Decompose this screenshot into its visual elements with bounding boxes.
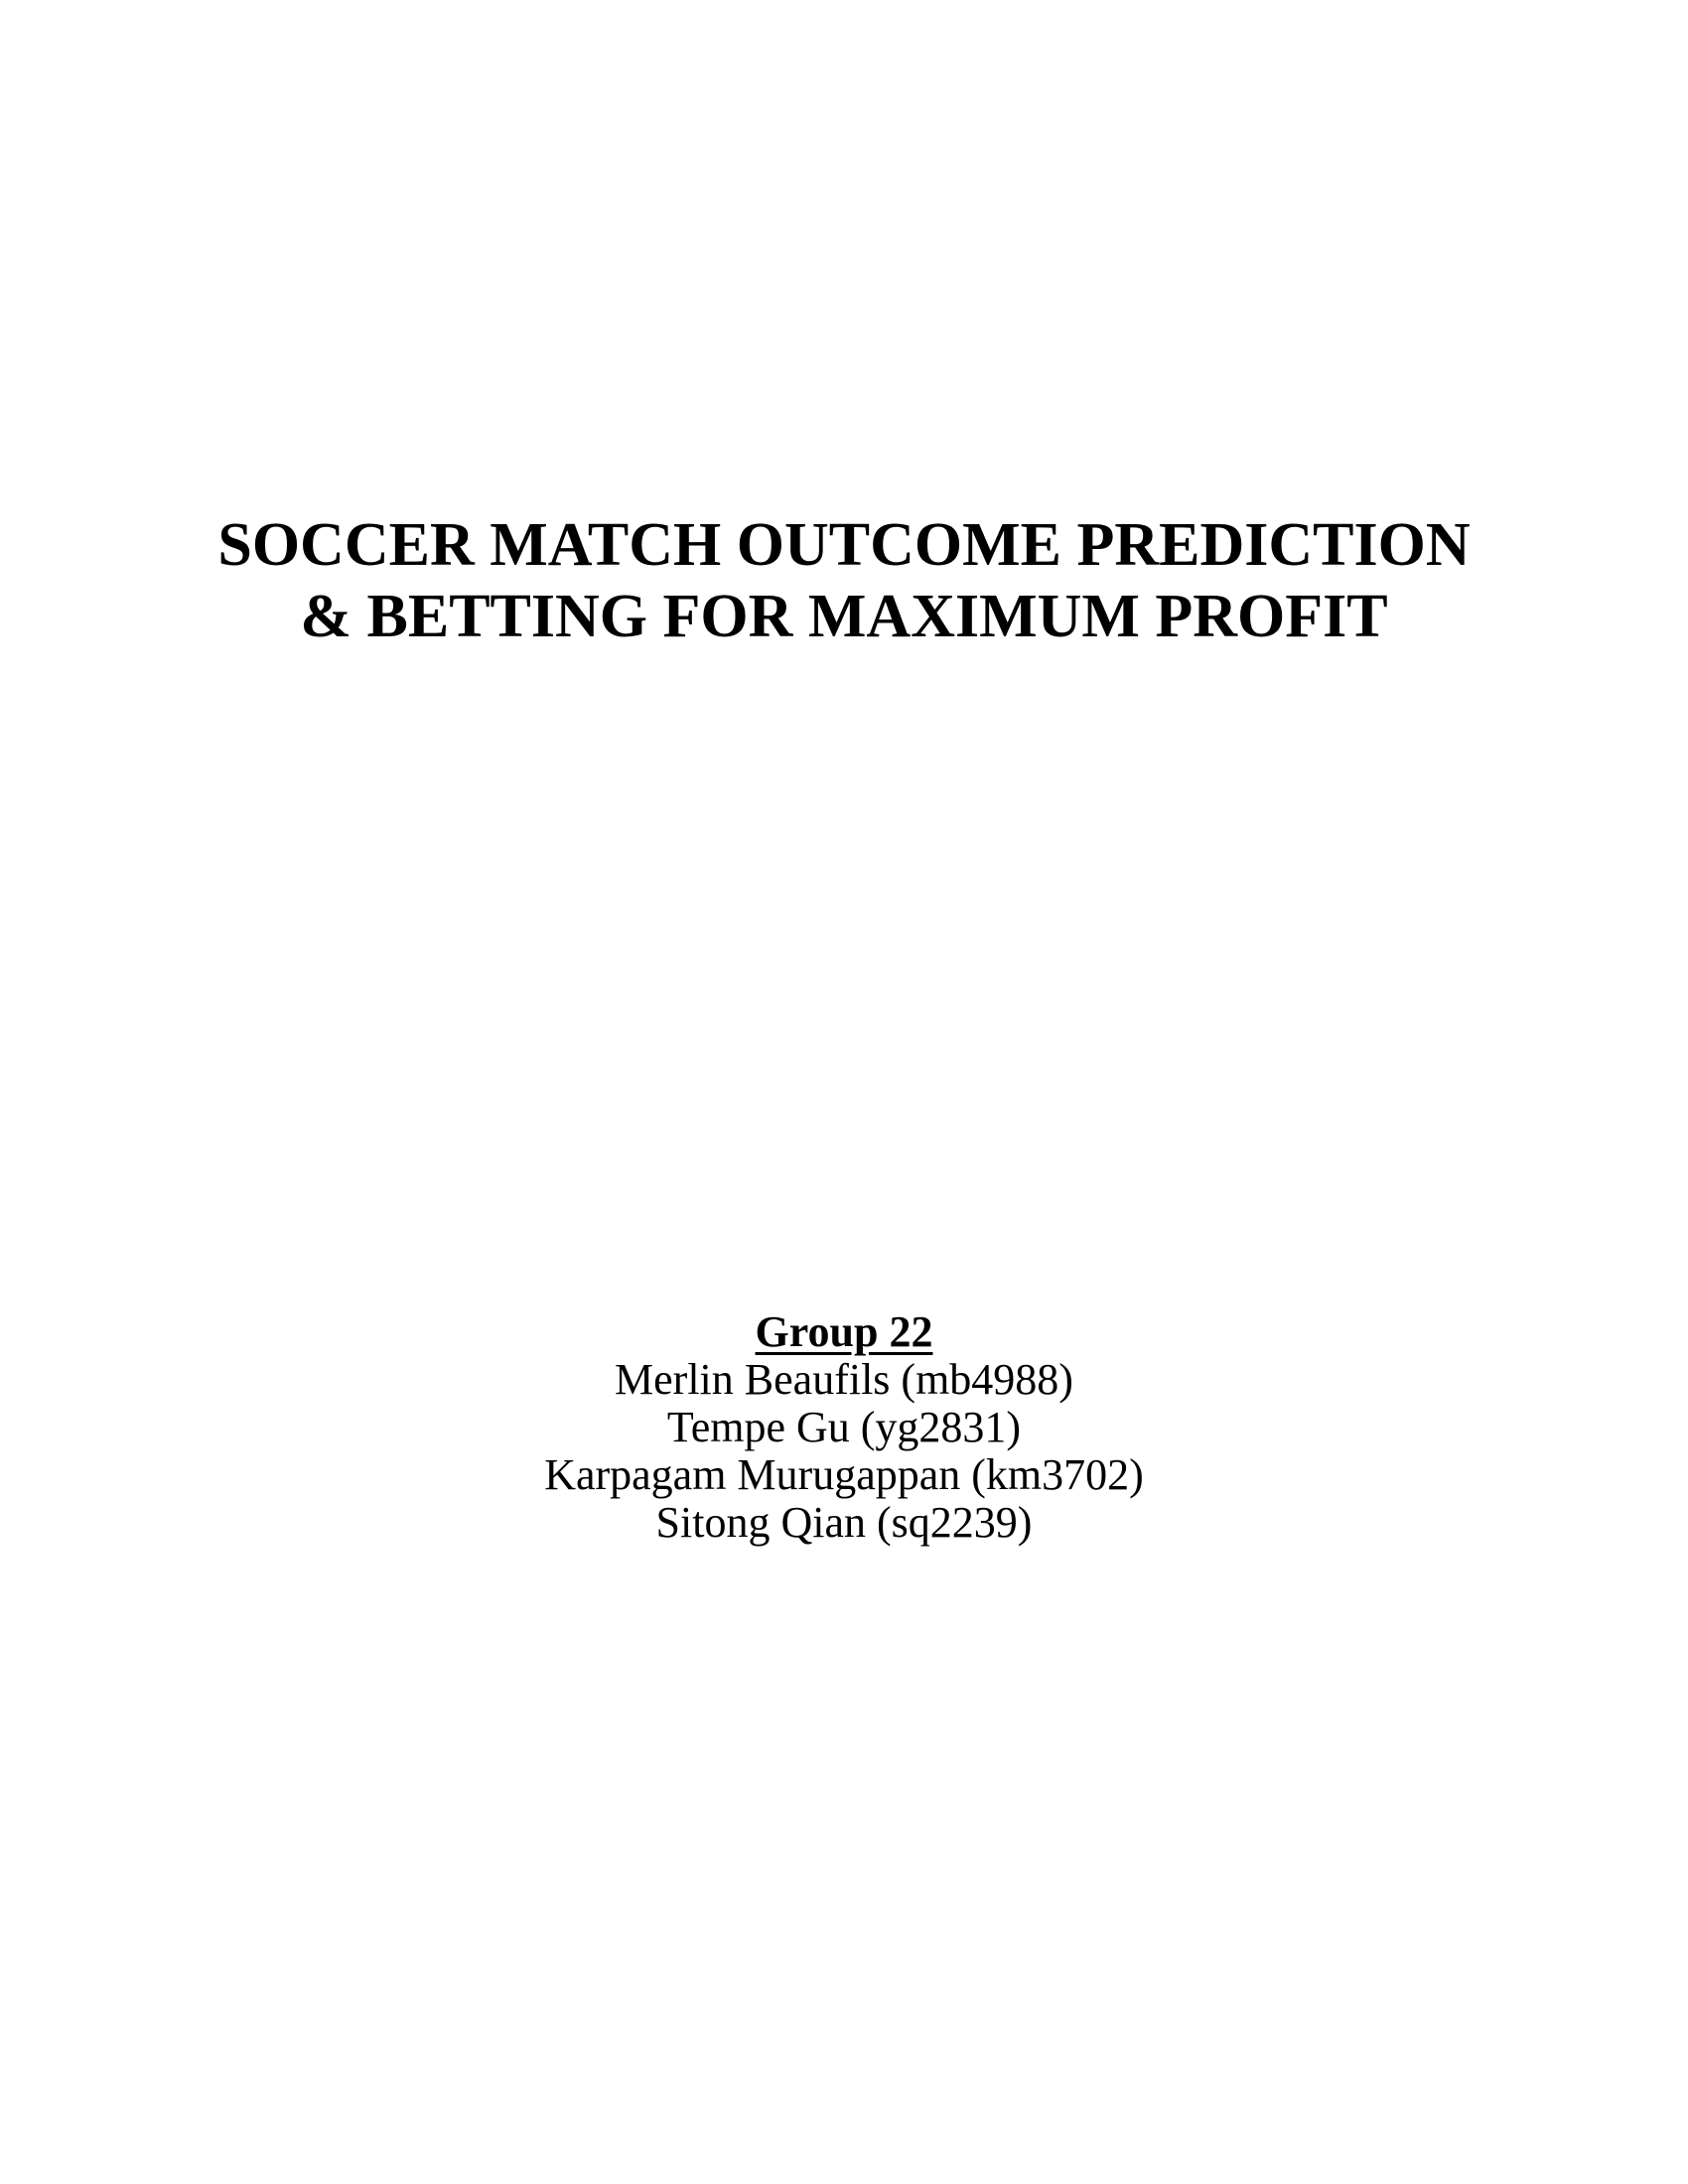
author-name: Sitong Qian (sq2239) bbox=[655, 1498, 1033, 1547]
title-line: & BETTING FOR MAXIMUM PROFIT bbox=[300, 583, 1388, 650]
author-list: Merlin Beaufils (mb4988) Tempe Gu (yg283… bbox=[0, 1356, 1688, 1547]
author-name: Tempe Gu (yg2831) bbox=[666, 1403, 1022, 1451]
group-heading: Group 22 bbox=[755, 1307, 933, 1356]
cover-page: SOCCER MATCH OUTCOME PREDICTION & BETTIN… bbox=[0, 0, 1688, 2184]
author-name: Merlin Beaufils (mb4988) bbox=[615, 1355, 1073, 1404]
title-line: SOCCER MATCH OUTCOME PREDICTION bbox=[217, 511, 1471, 579]
author-section: Group 22 Merlin Beaufils (mb4988) Tempe … bbox=[0, 1308, 1688, 1547]
author-name: Karpagam Murugappan (km3702) bbox=[544, 1450, 1144, 1499]
document-title: SOCCER MATCH OUTCOME PREDICTION & BETTIN… bbox=[0, 509, 1688, 652]
